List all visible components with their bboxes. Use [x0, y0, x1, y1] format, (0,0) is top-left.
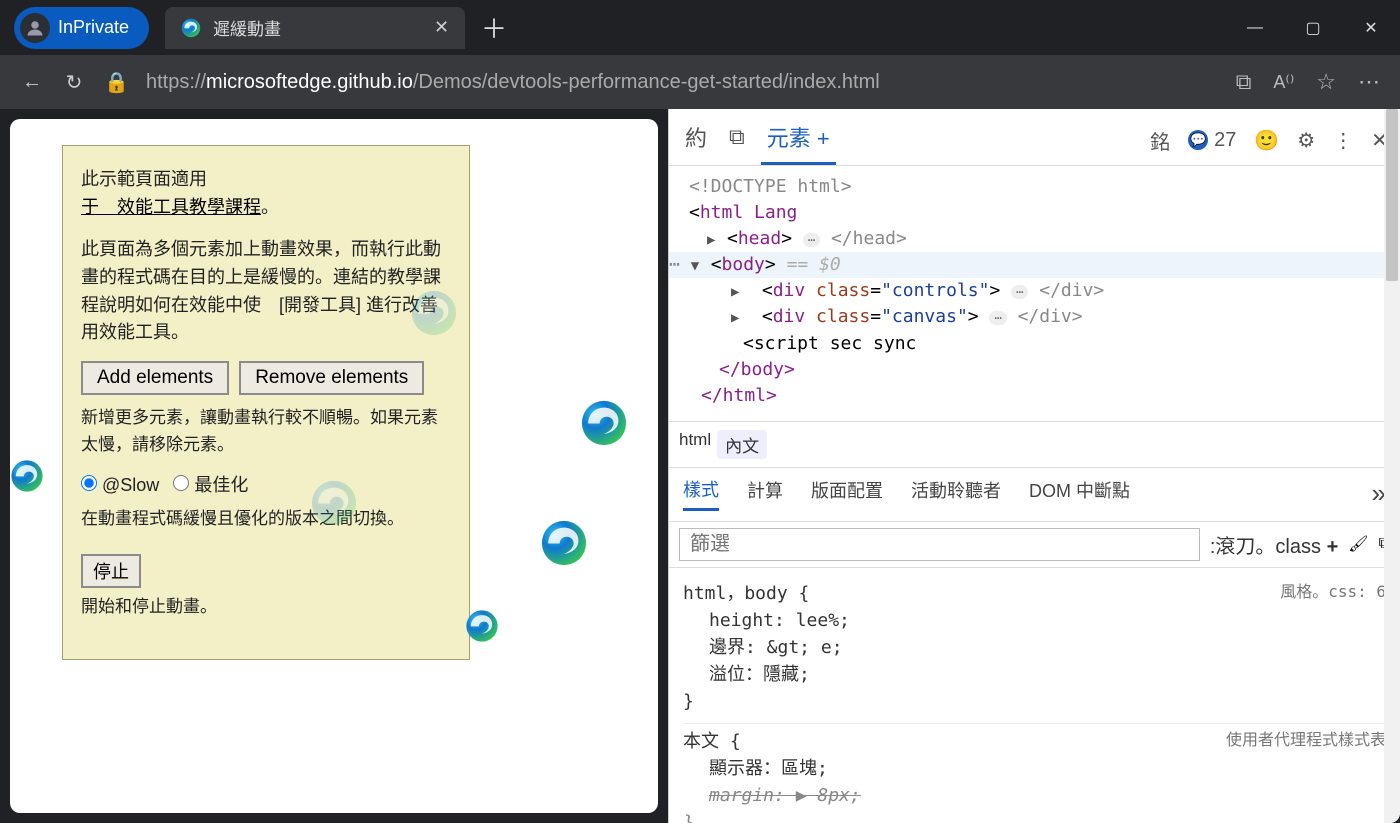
info-panel: 此示範頁面適用 于 效能工具教學課程。 此頁面為多個元素加上動畫效果，而執行此動…	[62, 145, 470, 660]
css-rule[interactable]: 使用者代理程式樣式表 本文 { 顯示器：區塊; margin: ▶ 8px; }	[683, 724, 1386, 823]
new-tab-button[interactable]: ＋	[481, 9, 507, 46]
browser-window: InPrivate 遲緩動畫 ✕ ＋ — ▢ ✕ ← ↻ 🔒 https://m…	[0, 0, 1400, 823]
dom-row[interactable]: <html Lang	[689, 200, 1388, 226]
devtools-panel: 約 ⧉ 元素 + 銘 💬 27 🙂 ⚙ ⋮ ✕ <!DOCTYPE html	[668, 109, 1400, 823]
styles-filter-input[interactable]	[679, 528, 1200, 561]
styles-tabbar: 樣式 計算 版面配置 活動聆聽者 DOM 中斷點 »	[669, 468, 1400, 522]
edge-logo-icon	[410, 289, 458, 337]
tutorial-link[interactable]: 于 效能工具教學課程	[81, 197, 261, 217]
window-controls: — ▢ ✕	[1226, 0, 1400, 55]
feedback-icon[interactable]: 🙂	[1254, 128, 1279, 153]
add-remove-hint: 新增更多元素，讓動畫執行較不順暢。如果元素太慢，請移除元素。	[81, 405, 451, 458]
dom-row[interactable]: <!DOCTYPE html>	[689, 174, 1388, 200]
titlebar: InPrivate 遲緩動畫 ✕ ＋ — ▢ ✕	[0, 0, 1400, 55]
close-window-button[interactable]: ✕	[1342, 0, 1400, 55]
hov-cls-toggle[interactable]: :滾刀。class +	[1210, 530, 1338, 559]
app-mode-icon[interactable]: ⧉	[1236, 69, 1252, 95]
styles-rules[interactable]: 風格。css: 6 html，body { height: lee%; 邊界: …	[669, 568, 1400, 823]
tab-styles[interactable]: 樣式	[683, 476, 719, 511]
tab-favicon-icon	[181, 18, 201, 38]
dom-row[interactable]: ▶ <div class="canvas"> ⋯ </div>	[689, 304, 1388, 330]
read-aloud-icon[interactable]: A⁽⁾	[1273, 72, 1294, 93]
dom-row[interactable]: </html>	[689, 383, 1388, 409]
tab-close-icon[interactable]: ✕	[434, 17, 449, 38]
page-viewport-wrap: 此示範頁面適用 于 效能工具教學課程。 此頁面為多個元素加上動畫效果，而執行此動…	[0, 109, 668, 823]
add-elements-button[interactable]: Add elements	[81, 361, 229, 395]
url-field[interactable]: https://microsoftedge.github.io/Demos/de…	[146, 71, 1218, 94]
radio-slow[interactable]: @Slow	[81, 472, 159, 500]
minimize-button[interactable]: —	[1226, 0, 1284, 55]
dom-row[interactable]: ▶<head> ⋯ </head>	[689, 226, 1388, 252]
tab-computed[interactable]: 計算	[747, 477, 783, 509]
stop-button[interactable]: 停止	[81, 554, 141, 588]
avatar-icon	[20, 13, 50, 43]
dom-row[interactable]: </body>	[689, 357, 1388, 383]
refresh-button[interactable]: ↻	[62, 70, 86, 95]
edge-logo-icon	[580, 399, 628, 447]
tab-dom-breakpoints[interactable]: DOM 中斷點	[1029, 477, 1130, 509]
dom-tree[interactable]: <!DOCTYPE html> <html Lang ▶<head> ⋯ </h…	[669, 166, 1400, 421]
tab-elements[interactable]: 元素 +	[765, 115, 832, 165]
tab-layout[interactable]: 版面配置	[811, 477, 883, 509]
dom-row[interactable]: <script sec sync	[689, 331, 1388, 357]
scrollbar-thumb[interactable]	[1386, 109, 1398, 281]
remove-elements-button[interactable]: Remove elements	[239, 361, 424, 395]
inprivate-label: InPrivate	[58, 17, 129, 38]
inspect-tool-button[interactable]: 約	[683, 115, 709, 165]
css-rule[interactable]: 風格。css: 6 html，body { height: lee%; 邊界: …	[683, 576, 1386, 724]
page-viewport: 此示範頁面適用 于 效能工具教學課程。 此頁面為多個元素加上動畫效果，而執行此動…	[10, 119, 658, 813]
edge-logo-icon	[465, 609, 499, 643]
radio-optimized[interactable]: 最佳化	[173, 472, 248, 500]
dom-row-selected[interactable]: ⋯ ▼<body> == $0	[669, 252, 1400, 278]
browser-tab[interactable]: 遲緩動畫 ✕	[165, 7, 465, 49]
more-menu-icon[interactable]: ⋯	[1358, 69, 1380, 95]
back-button[interactable]: ←	[20, 71, 44, 94]
content-area: 此示範頁面適用 于 效能工具教學課程。 此頁面為多個元素加上動畫效果，而執行此動…	[0, 109, 1400, 823]
favorite-icon[interactable]: ☆	[1316, 69, 1336, 95]
devtools-tabbar: 約 ⧉ 元素 + 銘 💬 27 🙂 ⚙ ⋮ ✕	[669, 109, 1400, 166]
breadcrumb[interactable]: html 內文	[669, 421, 1400, 468]
intro-text: 此示範頁面適用 于 效能工具教學課程。	[81, 166, 451, 222]
settings-icon[interactable]: ⚙	[1297, 128, 1315, 153]
devtools-more-icon[interactable]: ⋮	[1333, 128, 1353, 153]
styles-brush-icon[interactable]: 🖌	[1348, 534, 1368, 554]
description-text: 此頁面為多個元素加上動畫效果，而執行此動畫的程式碼在目的上是緩慢的。連結的教學課…	[81, 236, 451, 348]
address-bar: ← ↻ 🔒 https://microsoftedge.github.io/De…	[0, 55, 1400, 109]
tab-title: 遲緩動畫	[213, 15, 281, 40]
message-icon: 💬	[1188, 130, 1208, 150]
dom-row[interactable]: ▶ <div class="controls"> ⋯ </div>	[689, 278, 1388, 304]
scrollbar[interactable]	[1384, 109, 1400, 823]
maximize-button[interactable]: ▢	[1284, 0, 1342, 55]
edge-logo-icon	[310, 479, 358, 527]
tab-listeners[interactable]: 活動聆聽者	[911, 477, 1001, 509]
inprivate-badge[interactable]: InPrivate	[14, 7, 149, 49]
edge-logo-icon	[10, 459, 44, 493]
site-lock-icon[interactable]: 🔒	[104, 70, 128, 95]
device-toggle-icon[interactable]: ⧉	[727, 118, 747, 162]
stop-hint: 開始和停止動畫。	[81, 594, 451, 620]
issues-button[interactable]: 💬 27	[1188, 129, 1236, 152]
devtools-label: 銘	[1150, 126, 1170, 155]
radio-hint: 在動畫程式碼緩慢且優化的版本之間切換。	[81, 506, 451, 532]
edge-logo-icon	[540, 519, 588, 567]
styles-toolbar: :滾刀。class + 🖌 ⧉	[669, 522, 1400, 568]
